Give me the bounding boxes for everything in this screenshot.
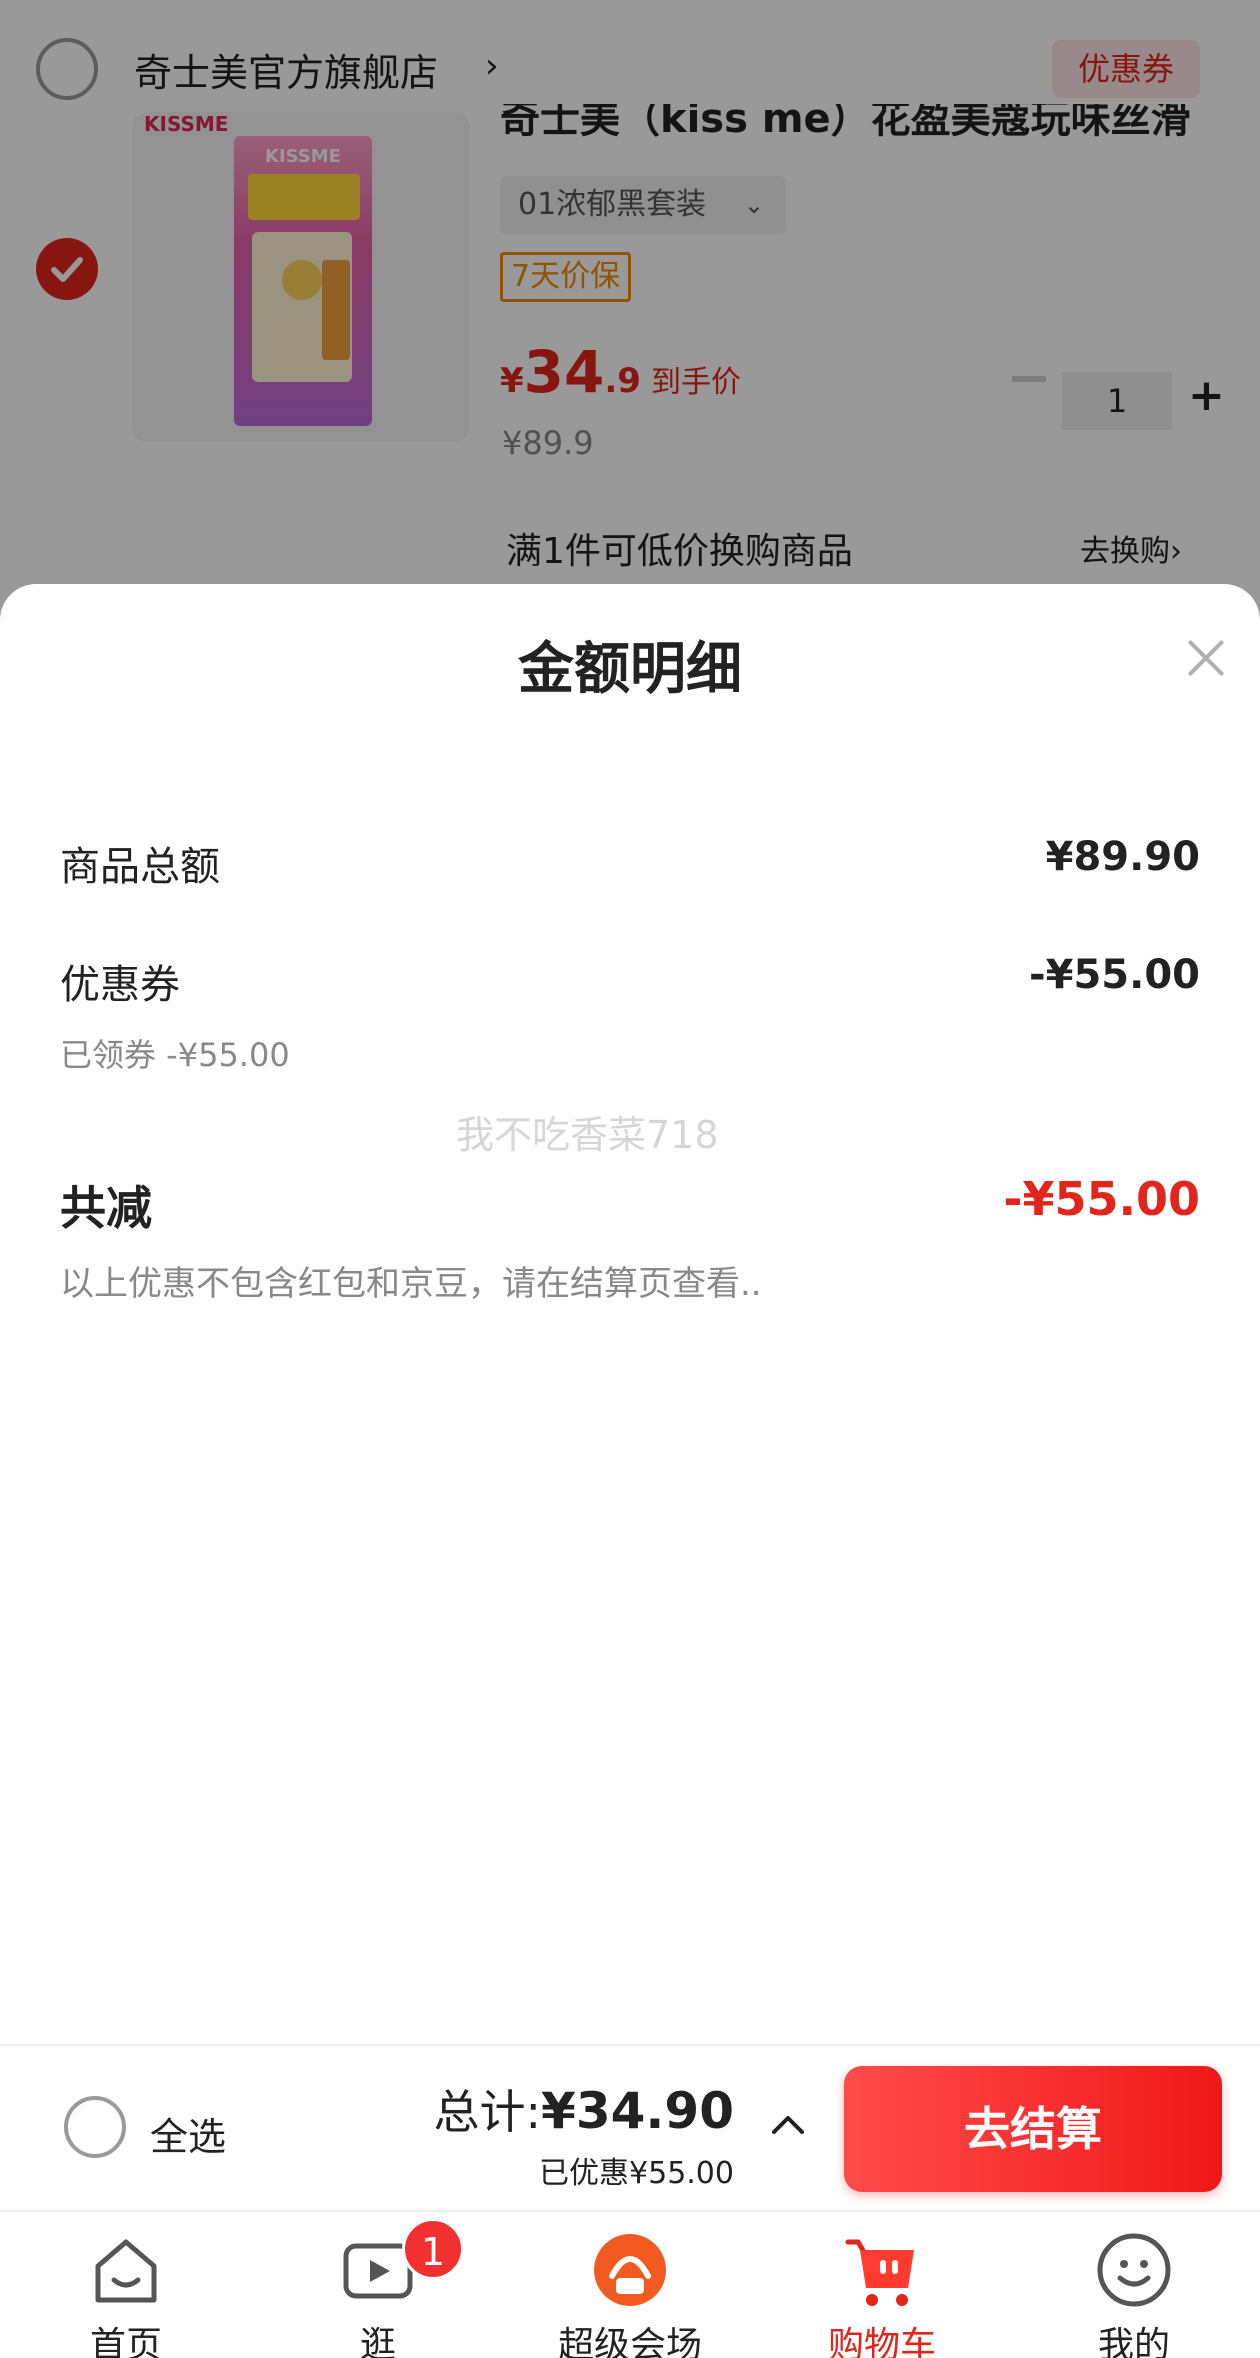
notification-badge: 1	[402, 2218, 464, 2280]
discount-total-label: 共减	[60, 1181, 152, 1235]
tab-label-profile: 我的	[1097, 2325, 1170, 2358]
checkout-bar: 全选 总计:¥34.90 已优惠¥55.00 去结算	[0, 2044, 1260, 2210]
tab-profile[interactable]: 我的	[1008, 2212, 1260, 2358]
bottom-tab-bar: 首页 1 逛 超级会场 购物车 我的	[0, 2210, 1260, 2358]
cart-icon	[845, 2239, 914, 2306]
tab-cart[interactable]: 购物车	[756, 2212, 1008, 2358]
tab-super-venue[interactable]: 超级会场	[504, 2212, 756, 2358]
tab-label-super-venue: 超级会场	[557, 2325, 702, 2358]
total-label: 总计:	[433, 2085, 542, 2139]
total-line: 总计:¥34.90	[434, 2076, 734, 2142]
watermark-text: 我不吃香菜718	[456, 1113, 719, 1157]
coupon-value: -¥55.00	[1029, 952, 1200, 998]
close-icon[interactable]	[1184, 636, 1228, 680]
goods-total-label: 商品总额	[60, 844, 220, 890]
tab-label-home: 首页	[89, 2325, 162, 2358]
total-amount: ¥34.90	[541, 2082, 734, 2140]
coupon-label: 优惠券	[60, 962, 180, 1008]
checkout-button[interactable]: 去结算	[844, 2066, 1222, 2192]
tab-label-browse: 逛	[359, 2325, 396, 2358]
tab-browse[interactable]: 1 逛	[252, 2212, 504, 2358]
tab-home[interactable]: 首页	[0, 2212, 252, 2358]
discount-note: 以上优惠不包含红包和京豆，请在结算页查看..	[60, 1264, 762, 1304]
coupon-detail: 已领券 -¥55.00	[60, 1036, 290, 1074]
saved-amount: 已优惠¥55.00	[539, 2156, 734, 2191]
chevron-up-icon[interactable]	[770, 2112, 806, 2136]
select-all-radio[interactable]	[64, 2096, 126, 2158]
profile-icon	[1097, 2233, 1171, 2307]
discount-total-value: -¥55.00	[1003, 1172, 1200, 1226]
sheet-title: 金额明细	[518, 637, 742, 702]
goods-total-value: ¥89.90	[1045, 834, 1200, 880]
select-all-label[interactable]: 全选	[150, 2106, 226, 2161]
amount-detail-sheet: 金额明细 商品总额 ¥89.90 优惠券 -¥55.00 已领券 -¥55.00…	[0, 584, 1260, 2048]
total-summary[interactable]: 总计:¥34.90 已优惠¥55.00	[434, 2076, 734, 2192]
home-icon	[95, 2239, 157, 2303]
super-venue-icon	[594, 2234, 666, 2306]
tab-label-cart: 购物车	[827, 2325, 936, 2358]
